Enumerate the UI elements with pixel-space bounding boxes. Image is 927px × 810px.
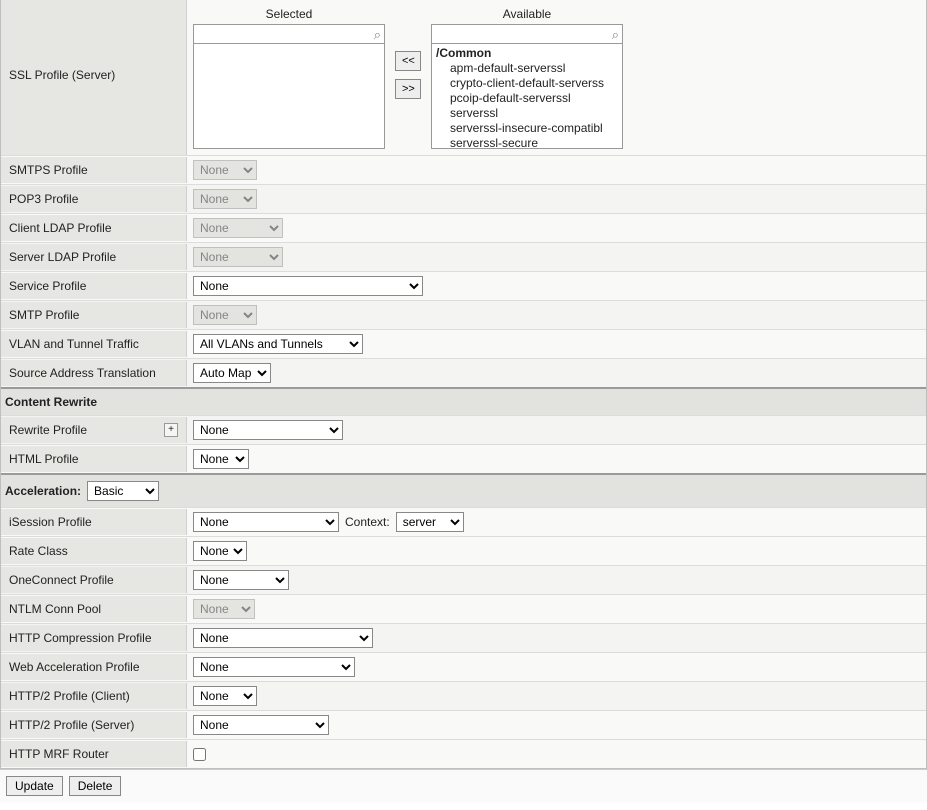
rate-class-label: Rate Class — [9, 544, 68, 558]
delete-button[interactable]: Delete — [69, 776, 122, 796]
add-rewrite-profile-button[interactable]: + — [164, 423, 178, 437]
selected-search-input[interactable] — [194, 25, 364, 43]
ssl-server-dual-list: Selected ⌕ << >> Available — [187, 1, 629, 155]
available-item[interactable]: pcoip-default-serverssl — [436, 91, 618, 106]
move-left-button[interactable]: << — [395, 51, 421, 71]
oneconnect-profile-select[interactable]: None — [193, 570, 289, 590]
service-profile-label: Service Profile — [9, 279, 86, 293]
server-ldap-profile-label: Server LDAP Profile — [9, 250, 116, 264]
ntlm-conn-pool-select: None — [193, 599, 255, 619]
vlan-tunnel-traffic-select[interactable]: All VLANs and Tunnels — [193, 334, 363, 354]
client-ldap-profile-select: None — [193, 218, 283, 238]
acceleration-header: Acceleration: Basic — [1, 473, 926, 507]
pop3-profile-select: None — [193, 189, 257, 209]
http2-profile-server-label: HTTP/2 Profile (Server) — [9, 718, 134, 732]
search-icon: ⌕ — [374, 27, 381, 43]
server-ldap-profile-select: None — [193, 247, 283, 267]
ntlm-conn-pool-label: NTLM Conn Pool — [9, 602, 101, 616]
smtps-profile-label: SMTPS Profile — [9, 163, 88, 177]
vlan-tunnel-traffic-label: VLAN and Tunnel Traffic — [9, 337, 139, 351]
content-rewrite-header: Content Rewrite — [1, 387, 926, 415]
available-item[interactable]: serverssl-secure — [436, 136, 618, 148]
available-list[interactable]: /Commonapm-default-serversslcrypto-clien… — [432, 44, 622, 148]
isession-profile-select[interactable]: None — [193, 512, 339, 532]
selected-search[interactable]: ⌕ — [193, 24, 385, 44]
available-item[interactable]: crypto-client-default-serverss — [436, 76, 618, 91]
isession-context-select[interactable]: server — [396, 512, 464, 532]
smtp-profile-select: None — [193, 305, 257, 325]
rate-class-select[interactable]: None — [193, 541, 247, 561]
client-ldap-profile-label: Client LDAP Profile — [9, 221, 112, 235]
web-acceleration-profile-label: Web Acceleration Profile — [9, 660, 140, 674]
available-search-input[interactable] — [432, 25, 602, 43]
selected-list[interactable] — [194, 44, 384, 148]
http-mrf-router-checkbox[interactable] — [193, 748, 206, 761]
available-partition[interactable]: /Common — [436, 46, 618, 61]
source-address-translation-label: Source Address Translation — [9, 366, 156, 380]
rewrite-profile-select[interactable]: None — [193, 420, 343, 440]
html-profile-label: HTML Profile — [9, 452, 79, 466]
smtps-profile-select: None — [193, 160, 257, 180]
http-compression-profile-select[interactable]: None — [193, 628, 373, 648]
available-item[interactable]: apm-default-serverssl — [436, 61, 618, 76]
http2-profile-client-select[interactable]: None — [193, 686, 257, 706]
available-item[interactable]: serverssl — [436, 106, 618, 121]
rewrite-profile-label: Rewrite Profile — [9, 423, 87, 437]
oneconnect-profile-label: OneConnect Profile — [9, 573, 114, 587]
move-right-button[interactable]: >> — [395, 79, 421, 99]
selected-header: Selected — [193, 7, 385, 24]
available-item[interactable]: serverssl-insecure-compatibl — [436, 121, 618, 136]
available-header: Available — [431, 7, 623, 24]
http2-profile-server-select[interactable]: None — [193, 715, 329, 735]
available-search[interactable]: ⌕ — [431, 24, 623, 44]
isession-profile-label: iSession Profile — [9, 515, 92, 529]
http-compression-profile-label: HTTP Compression Profile — [9, 631, 152, 645]
pop3-profile-label: POP3 Profile — [9, 192, 78, 206]
context-label: Context: — [345, 515, 390, 529]
http-mrf-router-label: HTTP MRF Router — [9, 747, 109, 761]
ssl-profile-server-label: SSL Profile (Server) — [9, 68, 115, 82]
http2-profile-client-label: HTTP/2 Profile (Client) — [9, 689, 130, 703]
smtp-profile-label: SMTP Profile — [9, 308, 79, 322]
web-acceleration-profile-select[interactable]: None — [193, 657, 355, 677]
acceleration-mode-select[interactable]: Basic — [87, 481, 159, 501]
update-button[interactable]: Update — [6, 776, 63, 796]
source-address-translation-select[interactable]: Auto Map — [193, 363, 271, 383]
search-icon: ⌕ — [612, 27, 619, 43]
service-profile-select[interactable]: None — [193, 276, 423, 296]
html-profile-select[interactable]: None — [193, 449, 249, 469]
